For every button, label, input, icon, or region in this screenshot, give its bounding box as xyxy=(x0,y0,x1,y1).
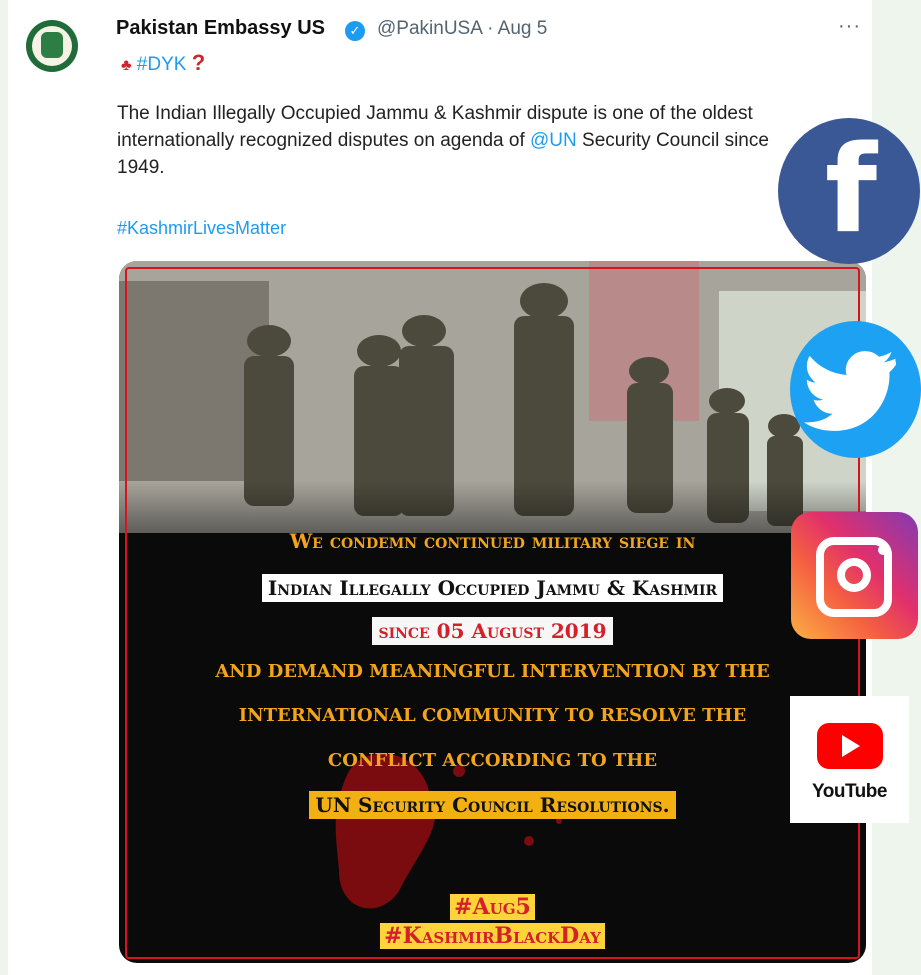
account-avatar[interactable] xyxy=(26,20,78,72)
poster-line-4: and demand meaningful intervention by th… xyxy=(215,661,770,682)
poster-tag-1-wrap: #Aug5 xyxy=(119,894,866,920)
poster-line-7-wrap: UN Security Council Resolutions. xyxy=(119,791,866,819)
poster-line-6: conflict according to the xyxy=(327,750,658,771)
poster-tag-kashmirblackday: #KashmirBlackDay xyxy=(380,923,605,949)
handle-and-date[interactable]: @PakinUSA · Aug 5 xyxy=(377,18,547,40)
play-triangle-icon xyxy=(842,735,860,757)
embassy-emblem-icon xyxy=(41,32,63,58)
instagram-lens xyxy=(837,558,871,592)
mention-un[interactable]: @UN xyxy=(530,130,577,151)
tweet-card[interactable]: Pakistan Embassy US ✓ @PakinUSA · Aug 5 … xyxy=(8,0,872,975)
poster-line-3: since 05 August 2019 xyxy=(372,617,613,645)
facebook-f-glyph: f xyxy=(824,121,878,260)
tweet-text: The Indian Illegally Occupied Jammu & Ka… xyxy=(117,100,817,181)
poster-tag-2-wrap: #KashmirBlackDay xyxy=(119,923,866,949)
question-mark-icon: ? xyxy=(191,50,206,75)
youtube-label: YouTube xyxy=(812,781,887,802)
poster-line-2: Indian Illegally Occupied Jammu & Kashmi… xyxy=(261,574,724,602)
poster-frame xyxy=(125,267,860,959)
poster-line-5: international community to resolve the xyxy=(238,705,747,726)
poster-line-7: UN Security Council Resolutions. xyxy=(309,791,676,819)
account-name[interactable]: Pakistan Embassy US xyxy=(116,17,325,40)
instagram-flash-dot xyxy=(878,545,888,555)
poster-line-1: We condemn continued military siege in xyxy=(289,529,696,553)
poster-line-2-wrap: Indian Illegally Occupied Jammu & Kashmi… xyxy=(119,574,866,602)
tweet-image[interactable]: We condemn continued military siege in I… xyxy=(119,261,866,963)
twitter-bird-icon xyxy=(804,351,897,431)
poster-line-3-wrap: since 05 August 2019 xyxy=(119,617,866,645)
twitter-icon[interactable] xyxy=(790,321,921,458)
hashtag-kashmirlivesmatter[interactable]: #KashmirLivesMatter xyxy=(117,218,286,239)
verified-badge-icon: ✓ xyxy=(345,21,365,41)
more-options-icon[interactable]: ··· xyxy=(838,15,861,38)
dyk-line: ♣ #DYK ? xyxy=(121,50,205,76)
poster-tag-aug5: #Aug5 xyxy=(450,894,535,920)
maple-leaf-icon: ♣ xyxy=(121,57,132,74)
dyk-hashtag[interactable]: #DYK xyxy=(137,54,187,75)
